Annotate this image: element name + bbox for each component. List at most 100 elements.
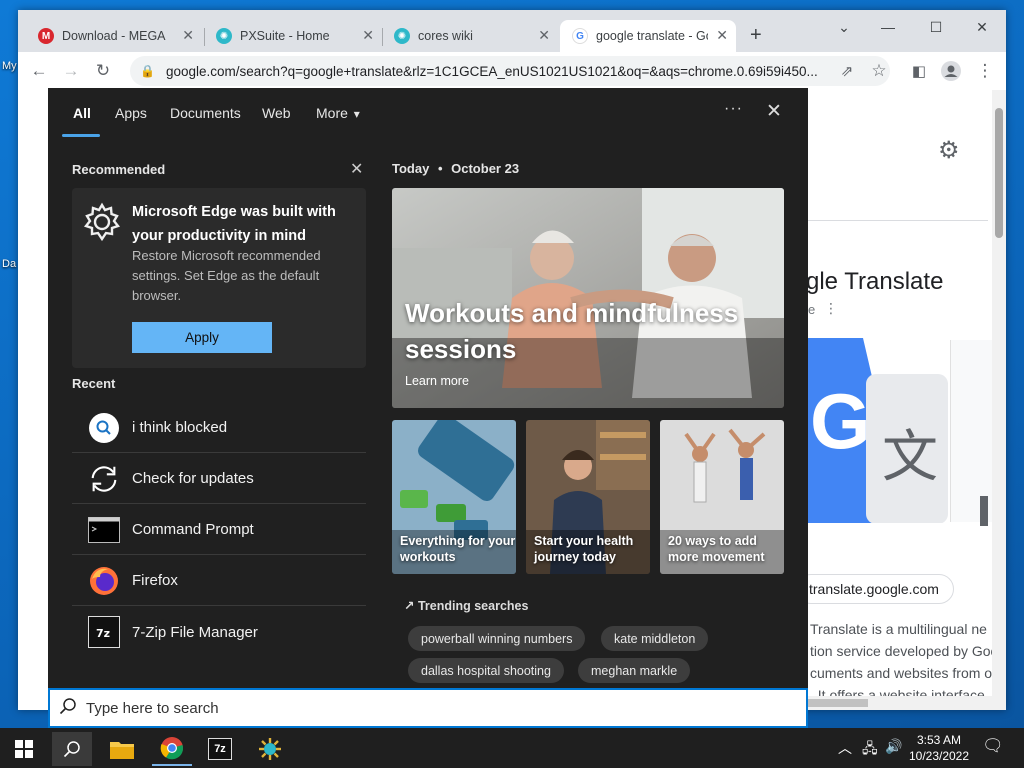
- address-bar[interactable]: 🔒 google.com/search?q=google+translate&r…: [130, 56, 890, 86]
- network-icon[interactable]: 🖧: [862, 738, 878, 762]
- desktop-icon-label[interactable]: My: [2, 60, 17, 72]
- today-label: Today: [392, 161, 430, 176]
- maximize-button[interactable]: ☐: [916, 14, 956, 40]
- taskbar: 7z ︿ 🖧 🔊 3:53 AM 10/23/2022 🗨: [0, 728, 1024, 768]
- tab-search-icon[interactable]: ⌄: [824, 14, 864, 40]
- tab-pxsuite[interactable]: ✺ PXSuite - Home ✕: [204, 20, 382, 52]
- recent-item-check-updates[interactable]: Check for updates: [72, 454, 366, 504]
- knowledge-panel-subtitle: e: [808, 302, 816, 317]
- apply-button[interactable]: Apply: [132, 322, 272, 353]
- close-icon[interactable]: ✕: [362, 27, 374, 44]
- tab-title: Download - MEGA: [62, 29, 166, 43]
- tab-documents[interactable]: Documents: [170, 105, 241, 121]
- minimize-button[interactable]: —: [868, 14, 908, 40]
- reload-icon[interactable]: ↻: [92, 60, 114, 82]
- today-header: Today • October 23: [392, 161, 519, 176]
- more-options-icon[interactable]: ⋮: [824, 300, 838, 317]
- knowledge-panel-title: gle Translate: [806, 268, 944, 295]
- forward-icon[interactable]: →: [60, 60, 82, 82]
- news-tile-health[interactable]: Start your health journey today: [526, 420, 650, 574]
- window-close-button[interactable]: ✕: [962, 14, 1002, 40]
- close-icon[interactable]: ✕: [766, 100, 782, 123]
- back-icon[interactable]: ←: [28, 60, 50, 82]
- trending-chip[interactable]: kate middleton: [601, 626, 709, 651]
- share-icon[interactable]: ⇗: [836, 60, 858, 82]
- card-body: Restore Microsoft recommended settings. …: [132, 248, 321, 303]
- volume-icon[interactable]: 🔊: [885, 738, 902, 755]
- horizontal-scrollbar[interactable]: [808, 696, 992, 710]
- recent-item-label: Firefox: [132, 572, 178, 589]
- tab-google-translate[interactable]: G google translate - Go ✕: [560, 20, 736, 52]
- profile-avatar[interactable]: [940, 60, 962, 82]
- url-text: google.com/search?q=google+translate&rlz…: [166, 63, 818, 79]
- scrollbar-thumb[interactable]: [808, 699, 868, 707]
- today-date: October 23: [451, 161, 520, 176]
- taskbar-search-button[interactable]: [52, 732, 92, 766]
- recent-item-firefox[interactable]: Firefox: [72, 556, 366, 606]
- svg-text:G: G: [810, 377, 871, 465]
- lock-icon: 🔒: [140, 64, 155, 78]
- tile-caption: Everything for your workouts: [400, 534, 516, 564]
- more-options-icon[interactable]: ···: [724, 100, 743, 118]
- pxsuite-icon: ✺: [216, 28, 232, 44]
- browser-toolbar: ← → ↻ 🔒 google.com/search?q=google+trans…: [18, 52, 1006, 90]
- google-translate-logo[interactable]: G 文: [808, 338, 948, 523]
- settings-gear-icon[interactable]: ⚙: [938, 136, 960, 165]
- new-tab-button[interactable]: +: [750, 24, 762, 47]
- recent-heading: Recent: [72, 376, 116, 391]
- tab-apps[interactable]: Apps: [115, 105, 147, 121]
- tab-web[interactable]: Web: [262, 105, 291, 121]
- tab-mega[interactable]: M Download - MEGA ✕: [26, 20, 202, 52]
- start-button[interactable]: [4, 732, 44, 766]
- recent-item-command-prompt[interactable]: Command Prompt: [72, 505, 366, 555]
- screenshot-thumbnail[interactable]: [950, 340, 992, 522]
- close-icon[interactable]: ✕: [182, 27, 194, 44]
- search-input[interactable]: [86, 699, 686, 717]
- clock[interactable]: 3:53 AM 10/23/2022: [906, 732, 972, 764]
- desktop-icon-label[interactable]: Da: [2, 258, 16, 270]
- page-scrollbar[interactable]: [992, 90, 1006, 710]
- close-icon[interactable]: ✕: [716, 27, 728, 44]
- tab-title: cores wiki: [418, 29, 473, 43]
- recommended-heading: Recommended: [72, 162, 166, 177]
- scrollbar-thumb[interactable]: [995, 108, 1003, 238]
- tab-all[interactable]: All: [73, 105, 91, 121]
- side-panel-icon[interactable]: ◧: [908, 60, 930, 82]
- description-line: Translate is a multilingual ne: [810, 621, 987, 637]
- search-icon: [88, 412, 120, 444]
- trending-heading: ↗ Trending searches: [404, 598, 528, 613]
- recent-item-label: Check for updates: [132, 470, 254, 487]
- tile-caption: Start your health journey today: [534, 534, 634, 564]
- carousel-handle[interactable]: [980, 496, 988, 526]
- tab-cores-wiki[interactable]: ✺ cores wiki ✕: [382, 20, 558, 52]
- trending-chip[interactable]: meghan markle: [578, 658, 691, 683]
- clock-time: 3:53 AM: [916, 733, 962, 747]
- trending-chip[interactable]: powerball winning numbers: [408, 626, 586, 651]
- dismiss-icon[interactable]: ✕: [350, 159, 363, 179]
- description-line: cuments and websites from o: [810, 665, 993, 681]
- site-link-chip[interactable]: translate.google.com: [796, 574, 954, 604]
- trending-chip[interactable]: dallas hospital shooting: [408, 658, 564, 683]
- file-explorer-icon[interactable]: [102, 732, 142, 766]
- trending-title: Trending searches: [417, 599, 529, 613]
- chevron-up-icon[interactable]: ︿: [838, 738, 852, 758]
- 7zip-taskbar-icon[interactable]: 7z: [200, 732, 240, 766]
- svg-text:文: 文: [882, 425, 938, 490]
- tab-more[interactable]: More ▾: [316, 105, 360, 121]
- recent-item-7zip[interactable]: 7z 7-Zip File Manager: [72, 607, 366, 657]
- hero-news-card[interactable]: Workouts and mindfulness sessions Learn …: [392, 188, 784, 408]
- chrome-menu-icon[interactable]: ⋮: [974, 60, 996, 82]
- close-icon[interactable]: ✕: [538, 27, 550, 44]
- learn-more-link[interactable]: Learn more: [405, 374, 469, 388]
- bookmark-star-icon[interactable]: ☆: [868, 60, 890, 82]
- refresh-icon: [88, 463, 120, 495]
- notification-icon[interactable]: 🗨: [982, 736, 1004, 756]
- chrome-taskbar-icon[interactable]: [152, 732, 192, 766]
- tab-title: PXSuite - Home: [240, 29, 330, 43]
- pxsuite-taskbar-icon[interactable]: [250, 732, 290, 766]
- news-tile-movement[interactable]: 20 ways to add more movement: [660, 420, 784, 574]
- recent-item-search[interactable]: i think blocked: [72, 403, 366, 453]
- news-tile-workouts[interactable]: Everything for your workouts: [392, 420, 516, 574]
- taskbar-search-box[interactable]: [48, 688, 808, 728]
- svg-text:7z: 7z: [96, 627, 110, 640]
